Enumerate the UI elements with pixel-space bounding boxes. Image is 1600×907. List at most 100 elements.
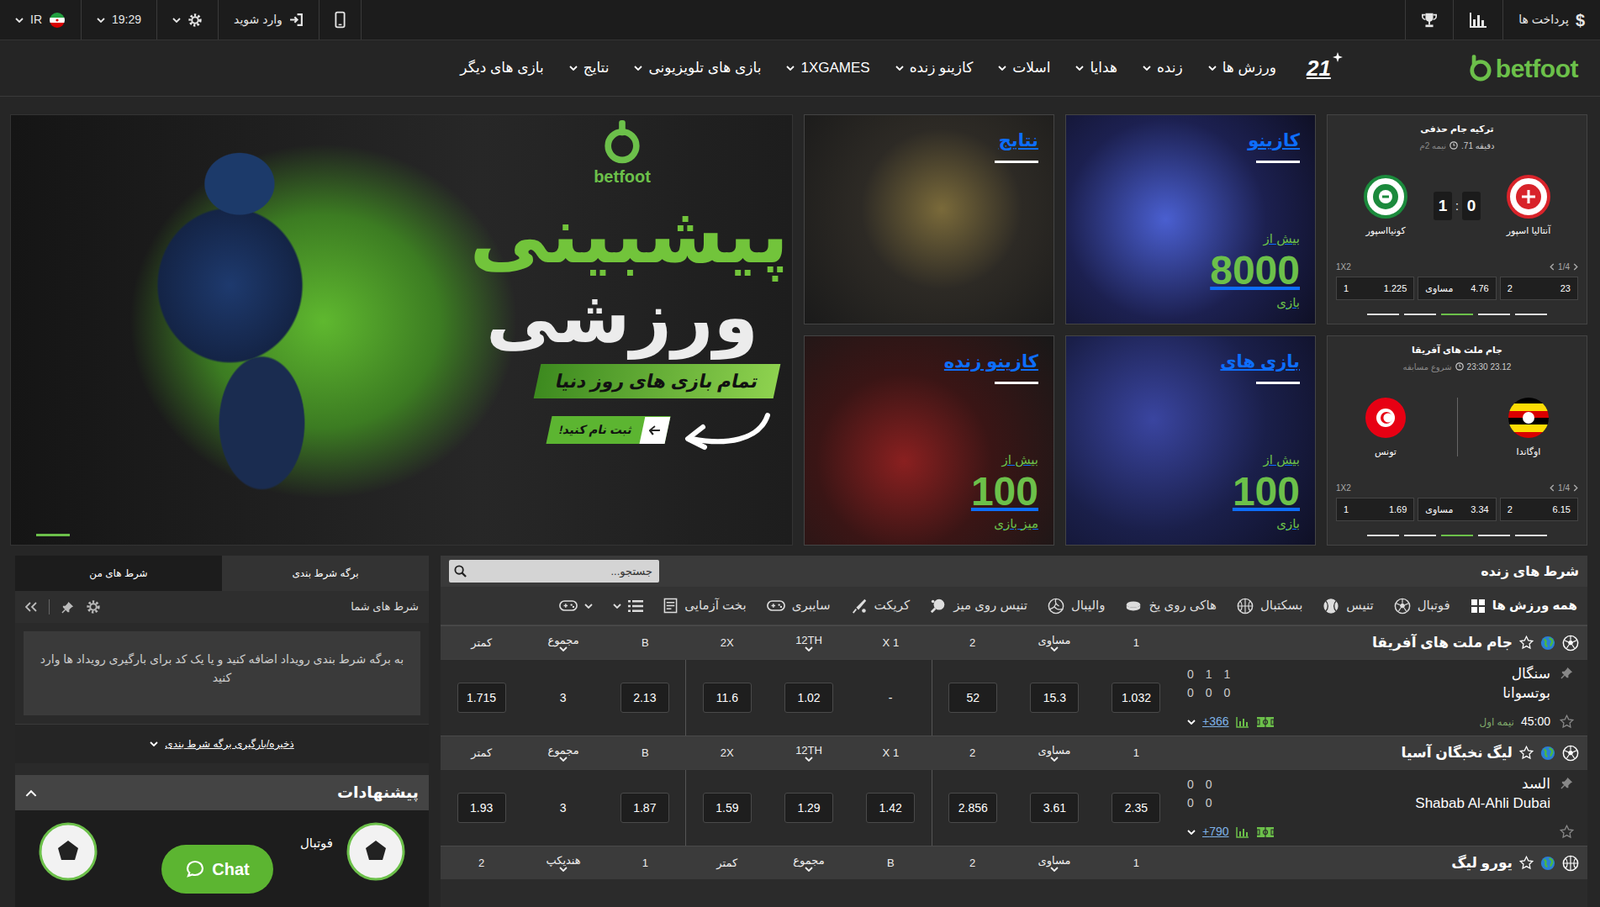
- save-load-button[interactable]: ذخیره/بارگیری برگه شرط بندی: [15, 723, 429, 764]
- nav-item[interactable]: نتایج: [569, 57, 610, 80]
- promo-tile[interactable]: کازینوبیش از8000بازی: [1065, 114, 1316, 325]
- odds-column-header[interactable]: مجموع: [767, 846, 850, 880]
- odds-column-header[interactable]: مساوی: [1013, 846, 1095, 880]
- team[interactable]: آنتالیا اسپور: [1490, 174, 1567, 238]
- match-card[interactable]: ترکیه جام حذفیدقیقه 71.نیمه 2مآنتالیا اس…: [1326, 114, 1588, 325]
- odds-column-header[interactable]: مجموع: [522, 736, 604, 770]
- carousel-dot[interactable]: [1441, 534, 1474, 537]
- sport-tab[interactable]: فوتبال: [1394, 596, 1451, 616]
- odds-button[interactable]: 1.29: [784, 792, 834, 824]
- suggestions-header[interactable]: پیشنهادات: [15, 775, 429, 811]
- nav-item[interactable]: اسلات: [998, 57, 1051, 80]
- odds-button[interactable]: 11.69: [1335, 497, 1415, 523]
- carousel-dot[interactable]: [1404, 313, 1437, 316]
- register-button[interactable]: ثبت نام کنید!: [546, 416, 671, 444]
- sport-tab[interactable]: سایبری: [766, 596, 831, 616]
- suggestion-sport[interactable]: فوتبال: [300, 834, 333, 854]
- team-name[interactable]: بوتسوانا: [1502, 684, 1551, 704]
- chat-button[interactable]: Chat: [161, 844, 274, 894]
- nav-item[interactable]: بازی های تلویزیونی: [633, 57, 761, 80]
- team-name[interactable]: Shabab Al-Ahli Dubai: [1415, 794, 1551, 814]
- odds-button[interactable]: 1.42: [866, 792, 915, 824]
- team[interactable]: تونس: [1347, 396, 1424, 460]
- slide-indicator[interactable]: [36, 533, 70, 537]
- odds-button[interactable]: 1.87: [620, 792, 670, 824]
- match-row[interactable]: سنگالبوتسوانا01100045:00نیمه اول366+1.03…: [440, 659, 1588, 736]
- carousel-dot[interactable]: [1478, 534, 1511, 537]
- match-card[interactable]: جام ملت های آفریقا23.12 23:30شروع مسابقه…: [1326, 335, 1588, 546]
- sport-tab[interactable]: کریکت: [850, 596, 911, 616]
- nav-item[interactable]: ورزش ها: [1208, 57, 1277, 80]
- nav-item[interactable]: کازینو زنده: [895, 57, 974, 80]
- payments-button[interactable]: $پرداخت ها: [1502, 0, 1600, 40]
- team-name[interactable]: السد: [1415, 775, 1551, 795]
- odds-button[interactable]: 11.6: [702, 682, 752, 713]
- search-input[interactable]: [466, 562, 655, 581]
- promo-tile[interactable]: بازی هایبیش از100بازی: [1065, 335, 1316, 546]
- badge-21[interactable]: 21: [1306, 52, 1343, 85]
- sport-tab[interactable]: هاکی روی یخ: [1124, 596, 1217, 616]
- odds-button[interactable]: 26.15: [1499, 497, 1579, 523]
- hero-banner[interactable]: betfootپیشبینیورزشیتمام بازی های روز دنی…: [10, 114, 793, 546]
- time-select[interactable]: 19:29: [81, 0, 158, 40]
- statistics-button[interactable]: [1452, 0, 1503, 40]
- bet-slip-tab[interactable]: شرط های من: [15, 555, 222, 592]
- odds-button[interactable]: 2.35: [1111, 792, 1161, 824]
- carousel-dot[interactable]: [1515, 313, 1548, 316]
- odds-column-header[interactable]: مجموع: [522, 626, 604, 660]
- esports-menu[interactable]: [559, 599, 593, 613]
- team[interactable]: اوگاندا: [1490, 396, 1567, 460]
- settings-button[interactable]: [157, 0, 219, 40]
- sport-tab[interactable]: تنیس: [1322, 596, 1373, 616]
- bet-slip-tab[interactable]: برگه شرط بندی: [221, 555, 429, 592]
- odds-column-header[interactable]: هندیکپ: [522, 846, 604, 880]
- sport-tab[interactable]: بسکتبال: [1236, 596, 1303, 616]
- odds-button[interactable]: 1.032: [1111, 682, 1161, 713]
- carousel-dot[interactable]: [1515, 534, 1548, 537]
- nav-item[interactable]: 1XGAMES: [786, 57, 870, 80]
- sport-tab[interactable]: والیبال: [1047, 596, 1106, 616]
- carousel-dot[interactable]: [1367, 313, 1400, 316]
- odds-button[interactable]: مساوی4.76: [1417, 276, 1496, 301]
- sport-tab[interactable]: بخت آزمایی: [663, 596, 746, 616]
- odds-button[interactable]: 15.3: [1029, 682, 1079, 713]
- carousel-dot[interactable]: [1441, 313, 1474, 316]
- odds-column-header[interactable]: 12TH: [767, 736, 850, 770]
- odds-button[interactable]: 3.61: [1029, 792, 1079, 824]
- more-markets-link[interactable]: 790+: [1202, 823, 1230, 841]
- more-markets-link[interactable]: 366+: [1202, 712, 1230, 731]
- nav-item[interactable]: هدایا: [1075, 57, 1118, 80]
- logo[interactable]: betfoot: [1468, 49, 1579, 88]
- carousel-dot[interactable]: [1478, 313, 1511, 316]
- team-name[interactable]: سنگال: [1502, 665, 1551, 685]
- match-row[interactable]: السدShabab Al-Ahli Dubai0000790+2.353.61…: [440, 769, 1588, 846]
- sport-tab[interactable]: همه ورزش ها: [1470, 596, 1578, 616]
- odds-column-header[interactable]: 12TH: [767, 626, 850, 660]
- odds-button[interactable]: 223: [1499, 276, 1579, 301]
- odds-button[interactable]: مساوی3.34: [1417, 497, 1496, 523]
- odds-button[interactable]: 1.715: [457, 682, 507, 713]
- nav-item[interactable]: بازی های دیگر: [459, 57, 544, 80]
- odds-button[interactable]: 1.59: [702, 792, 752, 824]
- odds-button[interactable]: 11.225: [1335, 276, 1415, 301]
- promo-tile[interactable]: نتایج: [803, 114, 1055, 325]
- nav-item[interactable]: زنده: [1142, 57, 1183, 80]
- pager[interactable]: 1/4: [1549, 481, 1579, 495]
- carousel-dot[interactable]: [1404, 534, 1437, 537]
- odds-button[interactable]: 2.856: [948, 792, 998, 824]
- results-button[interactable]: [1404, 0, 1453, 40]
- promo-tile[interactable]: کازینو زندهبیش از100میز بازی: [803, 335, 1055, 546]
- sport-tab[interactable]: تنیس روی میز: [929, 596, 1028, 616]
- team[interactable]: کونیااسپور: [1347, 174, 1424, 238]
- odds-column-header[interactable]: مساوی: [1013, 736, 1095, 770]
- country-select[interactable]: IR: [0, 0, 82, 40]
- odds-button[interactable]: 2.13: [620, 682, 670, 713]
- carousel-dot[interactable]: [1367, 534, 1400, 537]
- odds-button[interactable]: 52: [948, 682, 998, 713]
- odds-button[interactable]: 1.93: [457, 792, 507, 824]
- login-button[interactable]: وارد شوید: [218, 0, 320, 40]
- more-sports-menu[interactable]: [612, 599, 644, 613]
- pager[interactable]: 1/4: [1549, 260, 1579, 274]
- odds-button[interactable]: 1.02: [784, 682, 834, 713]
- mobile-app-button[interactable]: [319, 0, 362, 40]
